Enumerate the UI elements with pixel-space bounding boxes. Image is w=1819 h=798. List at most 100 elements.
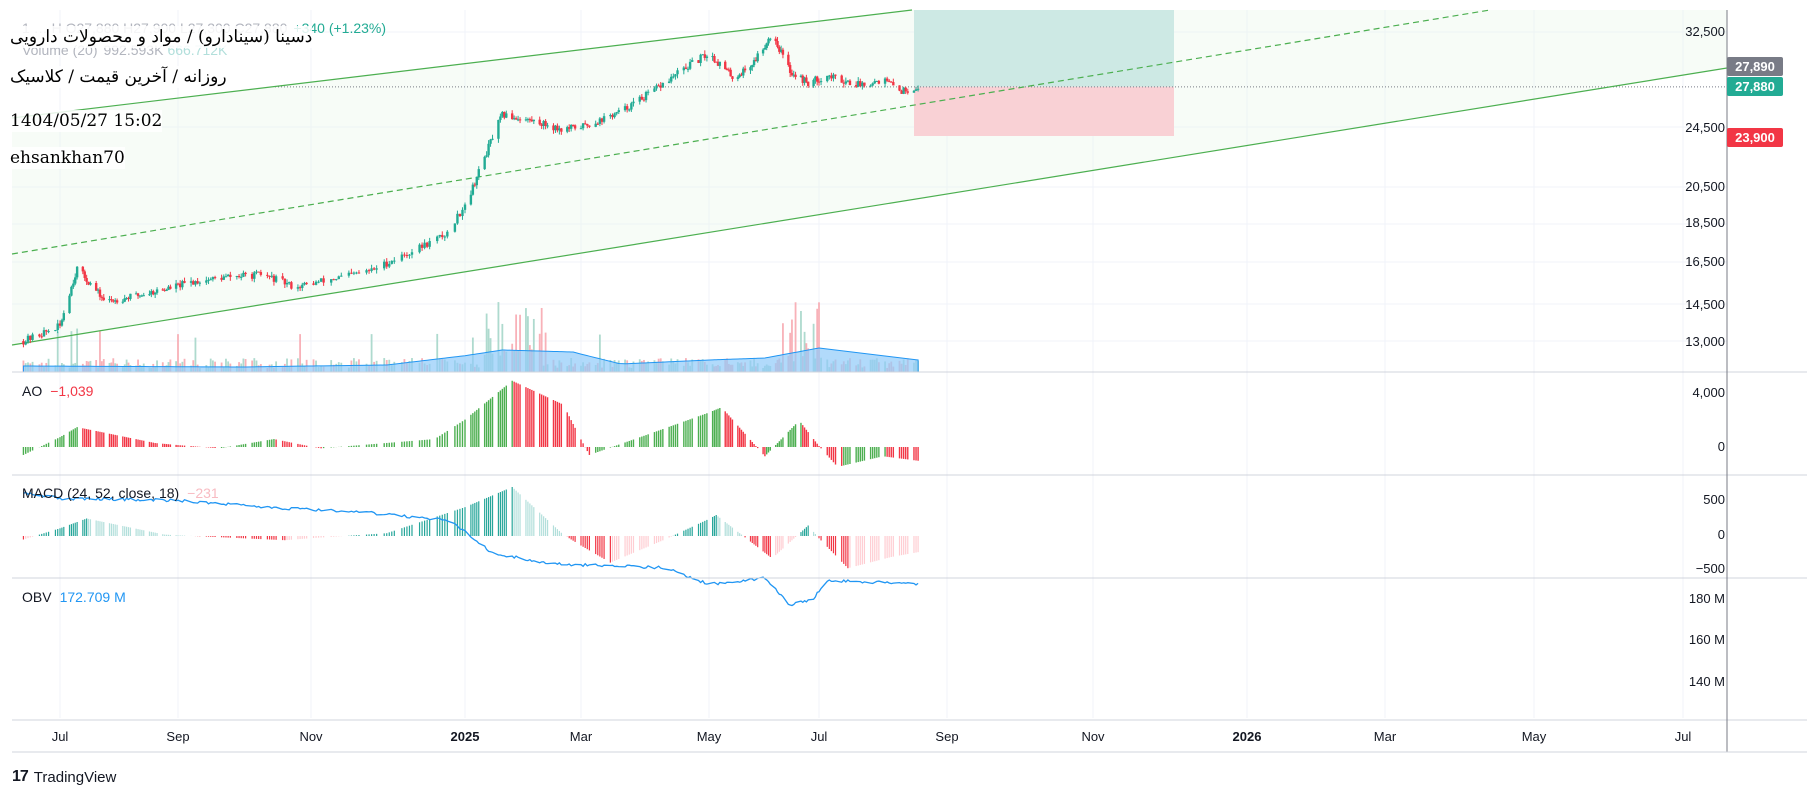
candle-body (749, 67, 752, 71)
candle-body (505, 113, 508, 118)
candle-body (446, 231, 449, 237)
candle-body (573, 125, 577, 129)
candle-body (579, 128, 583, 130)
candle-body (24, 341, 27, 345)
candle-body (859, 81, 862, 87)
candle-body (458, 213, 462, 217)
macd-legend[interactable]: MACD (24, 52, close, 18) −231 (22, 485, 219, 501)
candle-body (235, 276, 239, 278)
candle-body (74, 277, 77, 284)
candle-body (887, 80, 891, 82)
candle-body (586, 124, 589, 126)
macd-tick: 500 (1703, 492, 1725, 507)
candle-body (332, 279, 335, 281)
channel-background (12, 10, 1727, 345)
candle-body (372, 268, 376, 270)
time-label: Nov (299, 729, 323, 744)
candle-body (329, 279, 333, 283)
candle-body (85, 277, 88, 282)
candle-body (383, 261, 386, 269)
candle-body (350, 272, 353, 274)
candle-body (255, 271, 258, 273)
candle-body (347, 272, 351, 276)
candle-body (906, 91, 909, 93)
candle-body (60, 320, 64, 326)
candle-body (625, 106, 629, 110)
candle-body (281, 276, 284, 279)
candle-body (489, 139, 492, 144)
candle-body (68, 295, 71, 314)
candle-body (257, 271, 260, 273)
candle-body (312, 283, 315, 285)
candle-body (646, 91, 650, 93)
candle-body (598, 118, 602, 124)
candle-body (514, 118, 518, 120)
candle-body (724, 61, 727, 70)
candle-body (731, 76, 734, 79)
candle-body (38, 334, 41, 337)
candle-body (142, 295, 145, 297)
candle-body (42, 330, 46, 337)
candle-body (672, 76, 675, 78)
candle-body (713, 56, 716, 62)
candle-body (751, 65, 754, 68)
candle-body (828, 75, 831, 77)
candle-body (703, 54, 707, 58)
candle-body (684, 67, 688, 69)
time-label: 2025 (450, 729, 480, 744)
candle-body (100, 296, 104, 298)
candle-body (632, 101, 635, 104)
candle-body (469, 194, 473, 205)
last-price-tag: 27,880 (1727, 77, 1783, 96)
candle-body (266, 274, 269, 276)
macd-name: MACD (24, 52, close, 18) (22, 485, 180, 501)
candle-body (220, 277, 223, 280)
candle-body (453, 223, 457, 232)
candle-body (900, 90, 903, 94)
candle-body (287, 282, 291, 284)
candle-body (834, 74, 837, 76)
candle-body (355, 272, 358, 274)
candle-body (594, 123, 597, 127)
candle-body (456, 213, 459, 224)
candle-body (532, 119, 536, 122)
candle-body (305, 282, 308, 284)
obv-legend[interactable]: OBV 172.709 M (22, 589, 126, 605)
candle-body (198, 282, 202, 284)
candle-body (62, 313, 66, 321)
candle-body (428, 241, 431, 247)
candle-body (854, 85, 858, 87)
candle-body (425, 242, 429, 247)
chart-canvas[interactable] (0, 0, 1819, 798)
candle-body (370, 268, 373, 271)
price-tick: 16,500 (1685, 254, 1725, 269)
candle-body (405, 255, 409, 257)
candle-body (640, 96, 644, 100)
candle-body (491, 138, 494, 140)
candle-body (337, 276, 340, 280)
candle-body (72, 283, 75, 287)
tradingview-logo[interactable]: 17 TradingView (12, 768, 116, 786)
candle-body (75, 266, 79, 278)
time-label: Jul (810, 729, 828, 744)
candle-body (487, 143, 490, 156)
candle-body (192, 281, 195, 285)
candle-body (207, 279, 210, 281)
candle-body (844, 81, 848, 84)
candle-body (385, 261, 388, 267)
candle-body (242, 272, 245, 277)
candle-body (237, 276, 241, 278)
candle-body (857, 81, 860, 87)
time-label: Jul (51, 729, 69, 744)
stop-price-tag: 23,900 (1727, 128, 1783, 147)
time-label: 2026 (1232, 729, 1262, 744)
candle-body (583, 123, 587, 125)
candle-body (846, 80, 850, 82)
macd-tick: 0 (1717, 527, 1725, 542)
candle-body (518, 119, 522, 121)
ao-legend[interactable]: AO −1,039 (22, 383, 93, 399)
ao-name: AO (22, 383, 43, 399)
candle-body (699, 54, 702, 63)
candle-body (912, 90, 916, 93)
candle-body (873, 81, 876, 84)
